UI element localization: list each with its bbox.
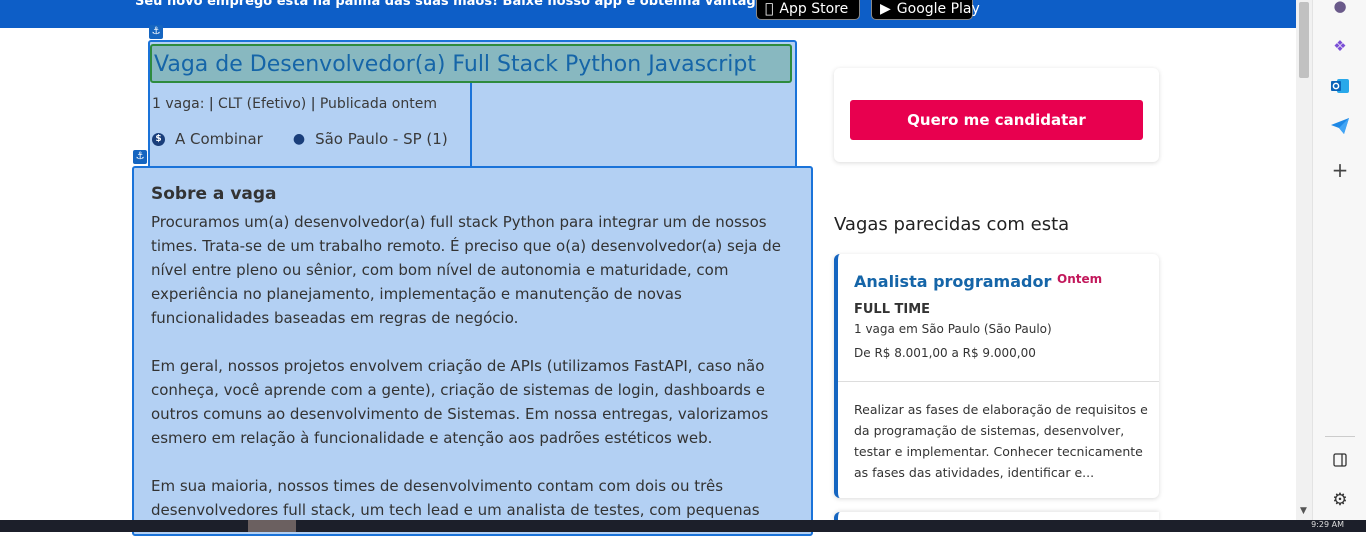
sidebar-divider [1325,436,1355,437]
outlook-icon[interactable] [1330,76,1350,96]
settings-icon[interactable]: ⚙ [1330,490,1350,510]
scrollbar-thumb[interactable] [1299,2,1309,78]
google-play-button[interactable]: ▶ Google Play [871,0,980,20]
similar-job-type: FULL TIME [854,302,931,317]
job-header: Vaga de Desenvolvedor(a) Full Stack Pyth… [148,40,797,172]
similar-job-salary: De R$ 8.001,00 a R$ 9.000,00 [854,346,1036,360]
play-store-icon: ▶ [880,1,891,17]
job-salary-location: $ A Combinar ● São Paulo - SP (1) [152,130,448,148]
browser-sidebar: ● ❖ + ⚙ [1312,0,1366,520]
taskbar-clock: 9:29 AM [1311,520,1344,529]
description-heading: Sobre a vaga [151,184,277,204]
apple-icon:  [765,1,773,17]
similar-job-date: Ontem [1057,272,1103,286]
job-salary: A Combinar [175,130,263,148]
job-description: Sobre a vaga Procuramos um(a) desenvolve… [132,166,813,536]
job-contract: CLT (Efetivo) [218,96,307,112]
job-title-box: Vaga de Desenvolvedor(a) Full Stack Pyth… [150,44,792,83]
meta-separator: | [208,96,219,112]
similar-jobs-heading: Vagas parecidas com esta [834,214,1070,235]
description-paragraph: Em sua maioria, nossos times de desenvol… [151,477,760,519]
job-title: Vaga de Desenvolvedor(a) Full Stack Pyth… [154,52,756,77]
money-icon: $ [152,132,165,146]
job-location: São Paulo - SP (1) [315,130,448,148]
job-meta: 1 vaga: | CLT (Efetivo) | Publicada onte… [152,96,437,112]
add-icon[interactable]: + [1330,158,1350,182]
similar-job-location: 1 vaga em São Paulo (São Paulo) [854,322,1052,336]
sidebar-toggle-icon[interactable] [1330,450,1350,470]
similar-job-description: Realizar as fases de elaboração de requi… [854,402,1148,480]
description-paragraph: Procuramos um(a) desenvolvedor(a) full s… [151,213,781,327]
profile-icon[interactable]: ● [1330,0,1350,16]
scroll-down-arrow-icon[interactable]: ▼ [1300,506,1307,516]
page-scrollbar[interactable]: ▼ [1296,0,1312,520]
app-store-button[interactable]:  App Store [756,0,860,20]
app-promo-banner: Seu novo emprego está na palma das suas … [0,0,1296,28]
banner-text: Seu novo emprego está na palma das suas … [135,0,798,9]
location-pin-icon: ● [292,131,306,147]
anchor-icon: ⚓ [149,25,163,39]
description-paragraph: Em geral, nossos projetos envolvem criaç… [151,357,769,447]
meta-separator: | [310,96,320,112]
copilot-icon[interactable]: ❖ [1330,36,1350,56]
taskbar-app-thumbnail[interactable] [248,520,296,532]
apply-button[interactable]: Quero me candidatar [850,100,1143,140]
card-divider [838,381,1159,382]
anchor-icon: ⚓ [133,150,147,164]
similar-job-title[interactable]: Analista programador [854,272,1051,291]
telegram-icon[interactable] [1330,116,1350,136]
google-play-label: Google Play [896,1,980,17]
job-published: Publicada ontem [319,96,437,112]
similar-job-card[interactable]: Analista programador Ontem FULL TIME 1 v… [834,254,1159,498]
taskbar: 9:29 AM [0,520,1366,532]
job-count: 1 vaga: [152,96,205,112]
apply-card: Quero me candidatar [834,68,1159,162]
app-store-label: App Store [771,1,848,17]
